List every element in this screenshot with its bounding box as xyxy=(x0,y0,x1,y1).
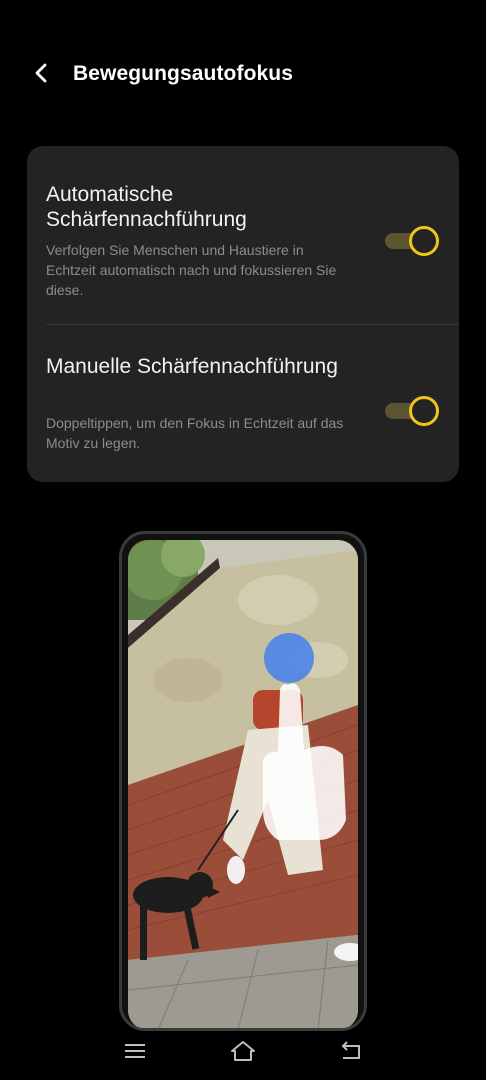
manual-tracking-toggle[interactable] xyxy=(385,396,439,426)
menu-icon xyxy=(125,1044,145,1058)
header: Bewegungsautofokus xyxy=(0,50,486,98)
phone-illustration xyxy=(119,531,367,1031)
setting-description: Verfolgen Sie Menschen und Haustiere in … xyxy=(46,242,337,298)
menu-button[interactable] xyxy=(120,1038,150,1064)
back-button[interactable] xyxy=(26,58,56,88)
tap-gesture-icon xyxy=(264,633,314,683)
back-icon xyxy=(341,1041,360,1059)
setting-title: Automatische Schärfennachführung xyxy=(46,183,247,231)
page-title: Bewegungsautofokus xyxy=(73,62,293,85)
home-button[interactable] xyxy=(228,1038,258,1064)
chevron-left-icon xyxy=(35,63,47,83)
nav-back-button[interactable] xyxy=(336,1038,366,1064)
illustration-photo xyxy=(128,540,358,1028)
divider xyxy=(46,324,459,325)
automatic-tracking-toggle[interactable] xyxy=(385,226,439,256)
toggle-knob xyxy=(409,396,439,426)
setting-title: Manuelle Schärfennachführung xyxy=(46,355,338,378)
home-icon xyxy=(231,1041,255,1061)
system-navbar xyxy=(0,1030,486,1074)
settings-card: Automatische Schärfennachführung Verfolg… xyxy=(27,146,459,482)
settings-screen: Bewegungsautofokus Automatische Schärfen… xyxy=(0,0,486,1080)
toggle-knob xyxy=(409,226,439,256)
setting-description: Doppeltippen, um den Fokus in Echtzeit a… xyxy=(46,415,344,451)
scene-illustration xyxy=(128,540,358,1028)
